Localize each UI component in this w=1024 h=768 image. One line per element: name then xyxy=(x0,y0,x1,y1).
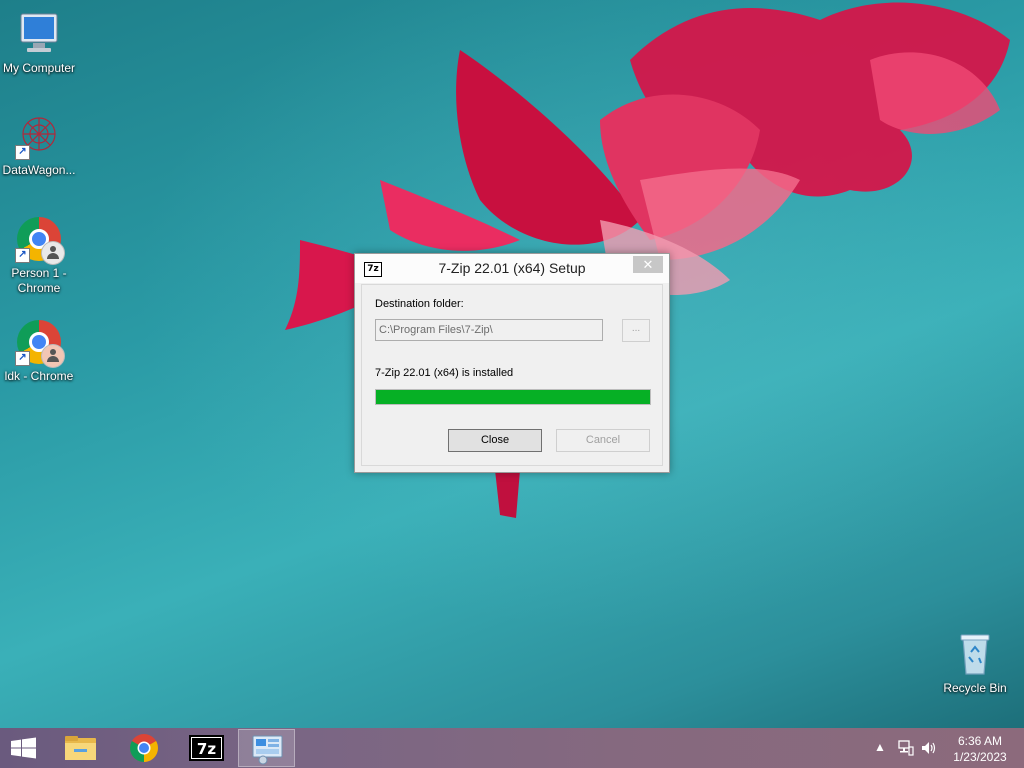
show-hidden-icons-button[interactable]: ▲ xyxy=(874,740,886,768)
install-progress-bar xyxy=(375,389,651,405)
computer-icon xyxy=(15,10,63,58)
svg-text:7z: 7z xyxy=(197,740,216,758)
setup-dialog: 7z 7-Zip 22.01 (x64) Setup ✕ Destination… xyxy=(354,253,670,473)
7zip-icon: 7z xyxy=(189,735,224,761)
system-clock[interactable]: 6:36 AM 1/23/2023 xyxy=(946,733,1014,765)
desktop-icon-label: Recycle Bin xyxy=(943,681,1007,695)
chrome-icon: ↗ xyxy=(15,318,65,368)
chrome-icon: ↗ xyxy=(15,215,65,265)
desktop-icon-recycle-bin[interactable]: Recycle Bin xyxy=(936,630,1014,696)
destination-folder-label: Destination folder: xyxy=(375,298,464,310)
desktop-icon-label: ldk - Chrome xyxy=(4,369,74,383)
taskbar-7zip[interactable]: 7z xyxy=(178,729,235,767)
chrome-icon xyxy=(130,734,158,762)
desktop-icon-my-computer[interactable]: My Computer xyxy=(0,10,78,76)
progress-fill xyxy=(376,390,650,404)
shortcut-arrow-icon: ↗ xyxy=(15,248,30,263)
network-icon[interactable] xyxy=(897,739,915,768)
windows-logo-icon xyxy=(11,737,36,759)
dialog-title: 7-Zip 22.01 (x64) Setup xyxy=(438,260,586,276)
taskbar-control-panel[interactable] xyxy=(238,729,295,767)
close-window-button[interactable]: ✕ xyxy=(633,256,663,273)
desktop-icon-label: DataWagon... xyxy=(2,163,76,177)
browse-button: ... xyxy=(622,319,650,342)
desktop-icon-datawagon[interactable]: ↗ DataWagon... xyxy=(0,112,78,178)
datawagon-icon: ↗ xyxy=(15,112,63,160)
profile-avatar-icon xyxy=(41,241,65,265)
taskbar-chrome[interactable] xyxy=(116,729,173,767)
destination-folder-field: C:\Program Files\7-Zip\ xyxy=(375,319,603,341)
desktop-icon-label: My Computer xyxy=(2,61,76,75)
cancel-button: Cancel xyxy=(556,429,650,452)
shortcut-arrow-icon: ↗ xyxy=(15,145,30,160)
close-button[interactable]: Close xyxy=(448,429,542,452)
dialog-body: Destination folder: C:\Program Files\7-Z… xyxy=(361,284,663,466)
file-explorer-icon xyxy=(65,736,96,760)
recycle-bin-icon xyxy=(951,630,999,678)
shortcut-arrow-icon: ↗ xyxy=(15,351,30,366)
control-panel-icon xyxy=(252,735,283,765)
taskbar-file-explorer[interactable] xyxy=(52,729,109,767)
clock-time: 6:36 AM xyxy=(957,734,1003,748)
taskbar: 7z ▲ 6:36 AM 1/23/2023 xyxy=(0,728,1024,768)
desktop-icon-label: Person 1 - Chrome xyxy=(11,266,67,295)
clock-date: 1/23/2023 xyxy=(953,750,1007,764)
desktop-icon-person1-chrome[interactable]: ↗ Person 1 - Chrome xyxy=(0,215,78,296)
start-button[interactable] xyxy=(0,728,48,768)
install-status-text: 7-Zip 22.01 (x64) is installed xyxy=(375,367,514,379)
dialog-titlebar[interactable]: 7z 7-Zip 22.01 (x64) Setup ✕ xyxy=(355,254,669,283)
desktop-icon-ldk-chrome[interactable]: ↗ ldk - Chrome xyxy=(0,318,78,384)
profile-avatar-icon xyxy=(41,344,65,368)
volume-icon[interactable] xyxy=(920,739,938,768)
